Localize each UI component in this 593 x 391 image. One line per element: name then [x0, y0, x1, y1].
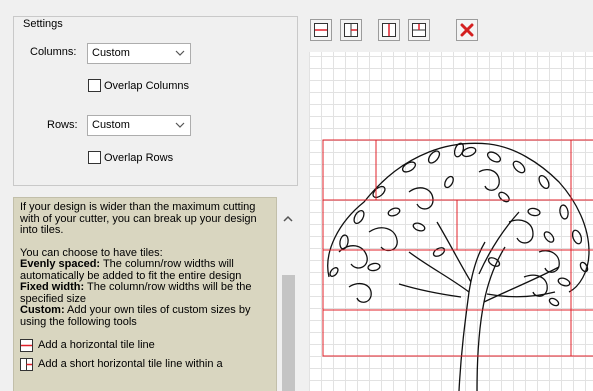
help-intro: If your design is wider than the maximum… — [20, 201, 257, 236]
short-horizontal-line-icon — [20, 358, 33, 371]
add-short-horizontal-line-button[interactable] — [340, 19, 362, 41]
settings-group-title: Settings — [20, 18, 66, 30]
help-choose: You can choose to have tiles: — [20, 246, 163, 259]
rows-label: Rows: — [47, 119, 78, 131]
add-horizontal-line-button[interactable] — [310, 19, 332, 41]
short-horizontal-line-icon — [344, 23, 358, 37]
add-vertical-line-button[interactable] — [378, 19, 400, 41]
overlap-columns-checkbox[interactable]: Overlap Columns — [88, 79, 189, 92]
columns-label: Columns: — [30, 46, 77, 58]
help-custom-title: Custom: — [20, 304, 65, 316]
columns-select[interactable]: Custom — [87, 43, 191, 64]
horizontal-line-icon — [314, 23, 328, 37]
add-short-vertical-line-button[interactable] — [408, 19, 430, 41]
overlap-columns-box[interactable] — [88, 79, 101, 92]
overlap-rows-box[interactable] — [88, 151, 101, 164]
horizontal-line-icon — [20, 339, 33, 352]
help-fixed-title: Fixed width: — [20, 281, 85, 293]
help-options: You can choose to have tiles: Evenly spa… — [20, 246, 270, 329]
tree-design — [322, 139, 593, 391]
help-tool-horizontal: Add a horizontal tile line — [20, 339, 270, 352]
chevron-down-icon — [175, 50, 185, 56]
vertical-line-icon — [382, 23, 396, 37]
overlap-columns-label: Overlap Columns — [104, 79, 189, 92]
overlap-rows-label: Overlap Rows — [104, 151, 174, 164]
help-scrollbar-thumb[interactable] — [282, 275, 295, 391]
chevron-down-icon — [175, 122, 185, 128]
settings-panel: Settings Columns: Custom Overlap Columns… — [0, 0, 302, 391]
columns-select-value: Custom — [92, 47, 130, 59]
short-vertical-line-icon — [412, 23, 426, 37]
help-evenly-title: Evenly spaced: — [20, 258, 101, 270]
overlap-rows-checkbox[interactable]: Overlap Rows — [88, 151, 173, 164]
help-tool-horizontal-label: Add a horizontal tile line — [38, 338, 155, 351]
delete-icon — [460, 23, 474, 37]
rows-select[interactable]: Custom — [87, 115, 191, 136]
scroll-up-arrow-icon[interactable] — [281, 212, 295, 226]
help-tool-short-horizontal: Add a short horizontal tile line within … — [20, 358, 270, 371]
design-canvas[interactable] — [309, 52, 593, 391]
help-tool-short-horizontal-label: Add a short horizontal tile line within … — [38, 357, 223, 370]
rows-select-value: Custom — [92, 119, 130, 131]
delete-tile-line-button[interactable] — [456, 19, 478, 41]
help-panel: If your design is wider than the maximum… — [13, 197, 277, 391]
